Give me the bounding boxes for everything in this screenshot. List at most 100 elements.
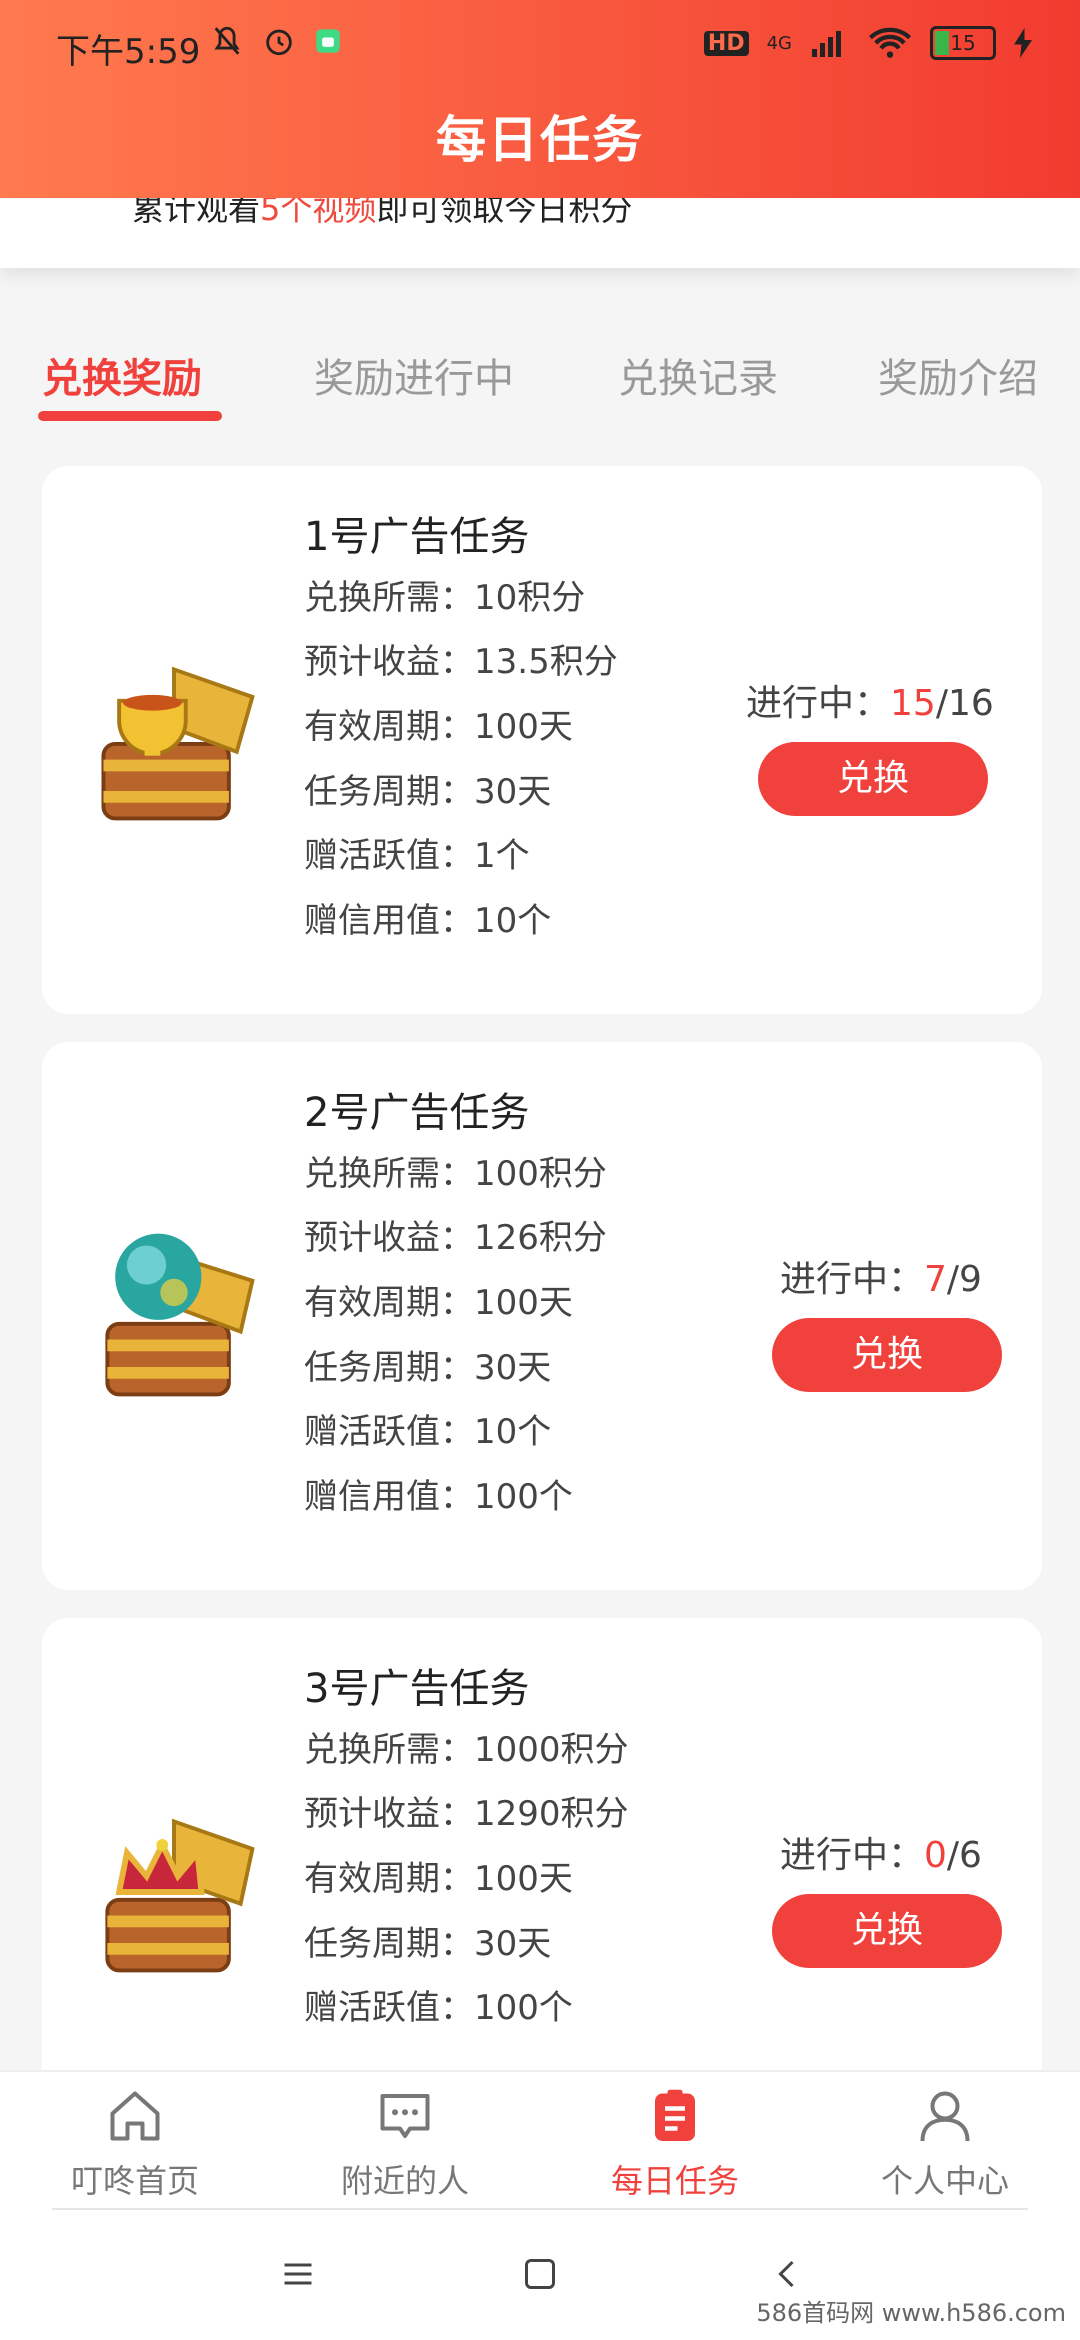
status-time: 下午5:59 — [56, 32, 201, 72]
page-title: 每日任务 — [436, 111, 644, 169]
tab-bar: 兑换奖励 奖励进行中 兑换记录 奖励介绍 — [0, 310, 1080, 430]
task-row: 兑换所需：10积分 — [304, 570, 585, 619]
task-title: 3号广告任务 — [304, 1666, 530, 1712]
nav-profile[interactable]: 个人中心 — [810, 2072, 1080, 2214]
row-value: 100个 — [474, 1988, 573, 2028]
trophy-chest-icon — [101, 666, 255, 821]
bottom-nav: 叮咚首页 附近的人 每日任务 个人中心 — [0, 2070, 1080, 2214]
charging-icon — [1014, 28, 1032, 58]
task-card: 2号广告任务 兑换所需：100积分 预计收益：126积分 有效周期：100天 任… — [42, 1042, 1042, 1590]
row-label: 赠活跃值： — [304, 1988, 474, 2028]
exchange-button[interactable]: 兑换 — [758, 742, 988, 816]
nav-home[interactable]: 叮咚首页 — [0, 2072, 270, 2214]
tab-reward-intro[interactable]: 奖励介绍 — [878, 346, 1038, 404]
row-value: 1个 — [474, 836, 530, 876]
row-value: 10个 — [474, 1412, 552, 1452]
home-icon — [110, 2091, 160, 2141]
orb-chest-icon — [105, 1233, 255, 1397]
nav-label: 每日任务 — [610, 2162, 739, 2200]
task-row: 赠活跃值：1个 — [304, 828, 530, 877]
progress-total: /16 — [935, 683, 994, 724]
row-value: 126积分 — [474, 1218, 607, 1258]
progress-label: 进行中： — [780, 1835, 925, 1876]
nav-label: 个人中心 — [880, 2162, 1009, 2200]
android-icon — [316, 29, 340, 53]
task-card: 1号广告任务 兑换所需：10积分 预计收益：13.5积分 有效周期：100天 任… — [42, 466, 1042, 1014]
row-label: 有效周期： — [304, 1283, 474, 1323]
battery-level: 15 — [950, 31, 976, 55]
task-row: 任务周期：30天 — [304, 764, 551, 813]
row-value: 10个 — [474, 901, 552, 941]
task-row: 赠活跃值：100个 — [304, 1980, 573, 2029]
row-value: 100积分 — [474, 1154, 607, 1194]
alarm-icon — [266, 29, 292, 56]
divider — [52, 2208, 1028, 2210]
row-value: 100个 — [474, 1477, 573, 1517]
wifi-icon — [868, 27, 912, 58]
row-value: 30天 — [474, 772, 552, 812]
home-square-icon[interactable] — [522, 2256, 558, 2292]
progress-label: 进行中： — [780, 1259, 925, 1300]
row-label: 预计收益： — [304, 1218, 474, 1258]
active-tab-indicator — [38, 411, 222, 421]
task-row: 赠信用值：100个 — [304, 1469, 573, 1518]
row-label: 有效周期： — [304, 1859, 474, 1899]
user-icon — [920, 2091, 970, 2142]
watermark: 586首码网 www.h586.com — [756, 2299, 1066, 2327]
tab-exchange-rewards[interactable]: 兑换奖励 — [42, 346, 202, 404]
chat-icon — [380, 2094, 430, 2138]
row-label: 赠信用值： — [304, 1477, 474, 1517]
progress-current: 7 — [924, 1259, 947, 1300]
notice-prefix: 累计观看 — [132, 198, 261, 228]
task-row: 任务周期：30天 — [304, 1340, 551, 1389]
task-row: 兑换所需：100积分 — [304, 1146, 607, 1195]
row-label: 任务周期： — [304, 1348, 474, 1388]
row-value: 13.5积分 — [474, 642, 618, 682]
task-row: 预计收益：1290积分 — [304, 1786, 629, 1835]
notice-highlight: 5个视频 — [260, 198, 377, 228]
tab-exchange-records[interactable]: 兑换记录 — [618, 346, 778, 404]
back-icon[interactable] — [770, 2256, 806, 2292]
status-bar: 下午5:59 HD 4G 15 — [0, 0, 1080, 92]
hd-badge: HD — [703, 30, 749, 56]
task-title: 2号广告任务 — [304, 1090, 530, 1136]
progress-current: 15 — [890, 683, 936, 724]
task-row: 预计收益：13.5积分 — [304, 634, 618, 683]
row-label: 预计收益： — [304, 1794, 474, 1834]
progress-total: /9 — [946, 1259, 982, 1300]
row-value: 100天 — [474, 1283, 573, 1323]
bell-off-icon — [214, 26, 240, 55]
signal-icon — [812, 31, 841, 57]
row-label: 兑换所需： — [304, 1730, 474, 1770]
task-row: 有效周期：100天 — [304, 1851, 573, 1900]
status-right-icons: HD 4G 15 — [703, 26, 1032, 60]
task-row: 有效周期：100天 — [304, 1275, 573, 1324]
task-row: 赠信用值：10个 — [304, 893, 551, 942]
row-label: 任务周期： — [304, 1924, 474, 1964]
row-value: 100天 — [474, 1859, 573, 1899]
row-value: 30天 — [474, 1348, 552, 1388]
menu-icon[interactable] — [280, 2256, 316, 2292]
exchange-button[interactable]: 兑换 — [772, 1318, 1002, 1392]
row-label: 赠活跃值： — [304, 836, 474, 876]
nav-daily-tasks[interactable]: 每日任务 — [540, 2072, 810, 2214]
row-label: 赠信用值： — [304, 901, 474, 941]
system-nav-bar: 586首码网 www.h586.com — [0, 2212, 1080, 2340]
notice-suffix: 即可领取今日积分 — [376, 198, 633, 228]
tab-rewards-in-progress[interactable]: 奖励进行中 — [314, 346, 514, 404]
nav-label: 叮咚首页 — [70, 2162, 199, 2200]
task-progress: 进行中：0/6 — [780, 1826, 982, 1878]
nav-nearby[interactable]: 附近的人 — [270, 2072, 540, 2214]
exchange-button[interactable]: 兑换 — [772, 1894, 1002, 1968]
row-value: 1000积分 — [474, 1730, 629, 1770]
app-header: 下午5:59 HD 4G 15 每日任务 — [0, 0, 1080, 198]
task-progress: 进行中：15/16 — [746, 674, 994, 726]
row-label: 赠活跃值： — [304, 1412, 474, 1452]
battery-icon: 15 — [930, 26, 996, 60]
notice-banner: 累计观看5个视频即可领取今日积分 — [0, 198, 1080, 268]
row-label: 兑换所需： — [304, 1154, 474, 1194]
task-row: 赠活跃值：10个 — [304, 1404, 551, 1453]
progress-current: 0 — [924, 1835, 947, 1876]
network-label: 4G — [766, 32, 792, 54]
task-row: 任务周期：30天 — [304, 1916, 551, 1965]
